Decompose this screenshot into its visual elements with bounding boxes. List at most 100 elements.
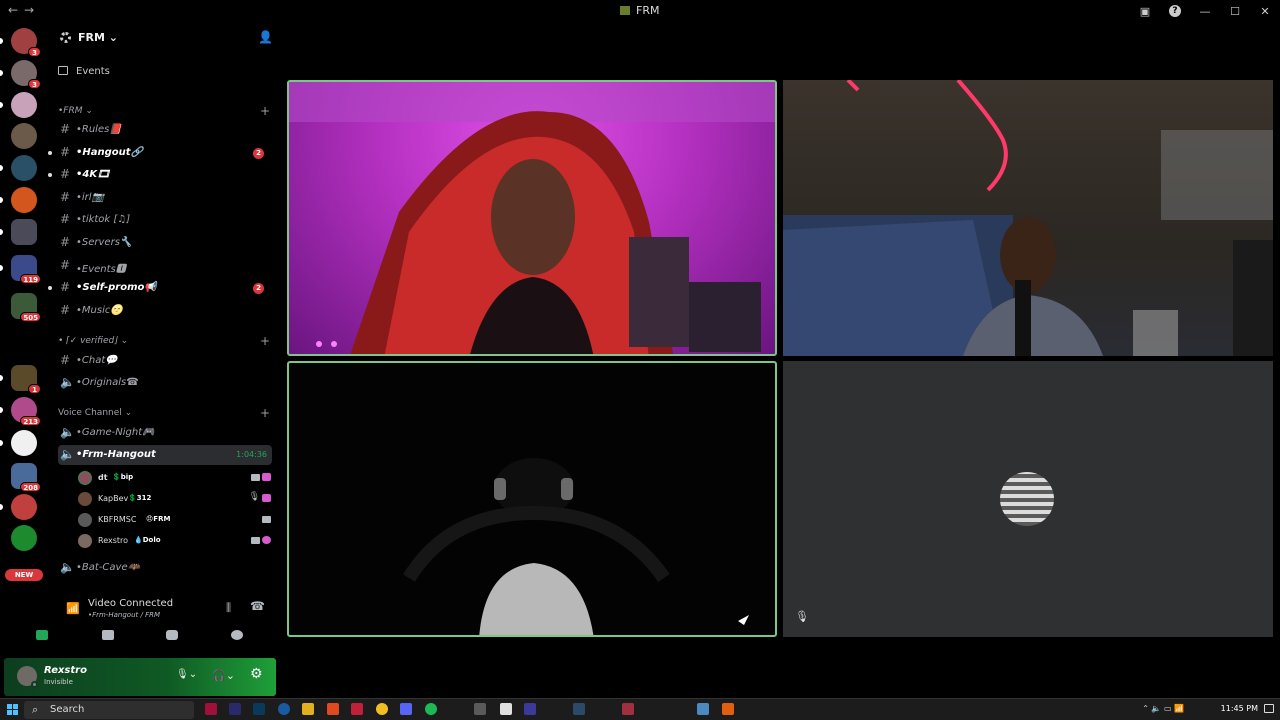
camera-icon	[251, 537, 260, 544]
inbox-icon[interactable]: ▣	[1130, 5, 1160, 18]
noise-suppression-icon[interactable]: ⫼	[226, 601, 231, 615]
add-channel-icon[interactable]: +	[260, 406, 270, 420]
app-icon[interactable]	[622, 703, 634, 715]
server-rail: 3 3 119 505 1 213 208 NEW	[0, 22, 48, 698]
avatar	[78, 471, 92, 485]
channel-4k[interactable]: # •4K🎞	[48, 165, 272, 185]
add-member-icon[interactable]: 👤	[258, 30, 273, 44]
help-icon[interactable]: ?	[1169, 5, 1181, 17]
username[interactable]: Rexstro	[44, 665, 87, 676]
system-tray-icons[interactable]: ⌃ 🔈 ▭ 📶	[1142, 704, 1184, 713]
microphone-icon[interactable]: 🎙⌄	[176, 669, 197, 680]
participant-video	[783, 80, 1273, 356]
muted-mic-icon: 🎙	[795, 610, 809, 623]
camera-button[interactable]	[36, 630, 48, 640]
headphones-icon[interactable]: 🎧⌄	[212, 669, 235, 682]
channel-events[interactable]: # •Events🅸	[58, 256, 272, 276]
live-icon	[262, 494, 271, 502]
server-header[interactable]: FRM ⌄ 👤	[58, 30, 273, 48]
notification-icon[interactable]	[1264, 704, 1274, 713]
channel-hangout[interactable]: # •Hangout🔗 2	[48, 143, 272, 163]
server-icon[interactable]	[0, 494, 37, 520]
participant-video	[289, 82, 775, 354]
channel-servers[interactable]: # •Servers🔧	[58, 233, 272, 253]
discord-icon[interactable]	[400, 703, 412, 715]
channel-tiktok[interactable]: # •tiktok [♫]	[58, 210, 272, 230]
taskbar-search[interactable]: ⌕ Search	[24, 701, 194, 719]
text-channel-icon: #	[60, 353, 71, 367]
notepad-icon[interactable]	[500, 703, 512, 715]
maximize-button[interactable]: ☐	[1220, 5, 1250, 18]
server-folder[interactable]: 505	[11, 293, 41, 322]
channel-chat[interactable]: # •Chat💬	[58, 351, 272, 371]
voice-user[interactable]: dt 💲bip	[76, 468, 272, 488]
channel-irl[interactable]: # •irl📷	[58, 188, 272, 208]
signal-icon[interactable]: 📶	[66, 602, 80, 615]
spotify-icon[interactable]	[425, 703, 437, 715]
windows-start-icon[interactable]	[7, 704, 19, 716]
server-icon[interactable]	[0, 155, 37, 181]
back-forward-arrows-icon[interactable]: ←→	[8, 3, 40, 17]
screen-share-button[interactable]	[102, 630, 114, 640]
server-icon[interactable]	[11, 123, 37, 149]
channel-rules[interactable]: # •Rules📕	[58, 120, 272, 140]
server-folder[interactable]: 1	[0, 365, 41, 394]
text-channel-icon: #	[60, 167, 71, 181]
voice-location[interactable]: •Frm-Hangout / FRM	[88, 611, 160, 619]
taskbar: ⌕ Search ⌃ 🔈 ▭ 📶 11:45 PM	[0, 698, 1280, 720]
file-explorer-icon[interactable]	[302, 703, 314, 715]
category-voice[interactable]: Voice Channel ⌄ +	[58, 406, 270, 420]
server-icon[interactable]: 213	[0, 397, 41, 426]
video-tile[interactable]	[287, 361, 777, 637]
server-folder[interactable]	[0, 219, 37, 245]
app-icon[interactable]	[474, 703, 486, 715]
server-icon[interactable]: 3	[0, 28, 41, 57]
voice-channel-frm-hangout[interactable]: 🔈 •Frm-Hangout 1:04:36	[58, 445, 272, 465]
channel-originals[interactable]: 🔈 •Originals☎	[58, 373, 272, 393]
clock[interactable]: 11:45 PM	[1221, 704, 1258, 713]
disconnect-icon[interactable]: ☎	[250, 599, 265, 613]
video-tile[interactable]: 🎙	[783, 361, 1273, 637]
settings-icon[interactable]: ⚙	[250, 666, 263, 682]
app-icon[interactable]	[351, 703, 363, 715]
add-channel-icon[interactable]: +	[260, 104, 270, 118]
app-icon[interactable]	[205, 703, 217, 715]
channel-self-promo[interactable]: # •Self-promo📢 2	[48, 278, 272, 298]
brave-icon[interactable]	[327, 703, 339, 715]
voice-user[interactable]: Rexstro 💧Dolo	[76, 531, 272, 551]
server-folder[interactable]: 119	[0, 255, 41, 284]
soundboard-button[interactable]	[231, 630, 243, 640]
search-tool-icon[interactable]	[722, 703, 734, 715]
voice-channel-game-night[interactable]: 🔈 •Game-Night🎮	[58, 423, 272, 443]
steam-icon[interactable]	[573, 703, 585, 715]
video-tile[interactable]	[783, 80, 1273, 356]
category-frm[interactable]: •FRM ⌄ +	[58, 104, 270, 118]
photoshop-icon[interactable]	[253, 703, 265, 715]
server-icon[interactable]	[0, 187, 37, 213]
close-button[interactable]: ✕	[1250, 5, 1280, 18]
video-tile[interactable]	[287, 80, 777, 356]
app-icon[interactable]	[697, 703, 709, 715]
server-folder[interactable]: 208	[11, 463, 41, 492]
activities-button[interactable]	[166, 630, 178, 640]
minimize-button[interactable]: —	[1190, 5, 1220, 18]
text-channel-icon: #	[60, 303, 71, 317]
voice-channel-bat-cave[interactable]: 🔈 •Bat-Cave🦇	[58, 558, 272, 578]
events-item[interactable]: Events	[58, 66, 110, 77]
app-icon[interactable]	[524, 703, 536, 715]
voice-user[interactable]: KBFRMSC 😠FRM	[76, 510, 272, 530]
server-icon[interactable]: 3	[0, 60, 41, 89]
category-verified[interactable]: • ⌈✓ verified⌋ ⌄ +	[58, 334, 270, 348]
voice-user[interactable]: KapBev 💲312 🎙	[76, 489, 272, 509]
edge-icon[interactable]	[278, 703, 290, 715]
server-icon[interactable]	[0, 430, 37, 456]
channel-music[interactable]: # •Music🌝	[58, 301, 272, 321]
chrome-icon[interactable]	[376, 703, 388, 715]
window-title: FRM	[620, 4, 659, 17]
server-icon[interactable]	[0, 92, 37, 118]
add-channel-icon[interactable]: +	[260, 334, 270, 348]
text-channel-icon: #	[60, 190, 71, 204]
app-icon[interactable]	[229, 703, 241, 715]
avatar	[78, 513, 92, 527]
xbox-icon[interactable]	[11, 525, 37, 551]
